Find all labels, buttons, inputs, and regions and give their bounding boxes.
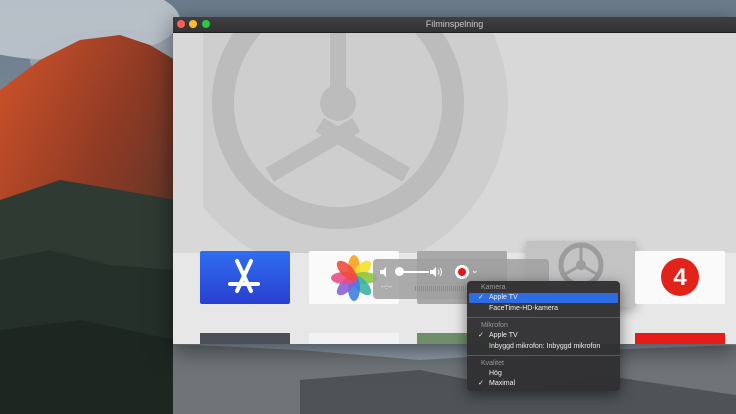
app-tile	[309, 333, 399, 344]
checkmark-icon: ✓	[478, 332, 484, 339]
svg-text:4: 4	[673, 264, 687, 291]
recording-options-menu: Kamera ✓ Apple TV FaceTime-HD-kamera Mik…	[467, 281, 620, 391]
app-tile	[635, 333, 725, 344]
options-chevron-icon[interactable]: ⌄	[471, 265, 479, 276]
menu-header-microphone: Mikrofon	[481, 322, 508, 329]
window-titlebar[interactable]: Filminspelning	[173, 17, 736, 33]
menu-item-quality-high[interactable]: Hög	[469, 369, 618, 379]
menu-item-label: FaceTime-HD-kamera	[489, 305, 558, 312]
menu-header-camera: Kamera	[481, 284, 506, 291]
volume-low-icon	[380, 267, 386, 277]
menu-item-label: Inbyggd mikrofon: Inbyggd mikrofon	[489, 343, 601, 350]
audio-level-meter	[415, 286, 473, 291]
menu-separator	[467, 317, 620, 318]
checkmark-icon: ✓	[478, 294, 484, 301]
menu-item-label: Apple TV	[489, 294, 518, 301]
menu-item-camera-apple-tv[interactable]: ✓ Apple TV	[469, 293, 618, 303]
menu-item-label: Maximal	[489, 380, 516, 387]
checkmark-icon: ✓	[478, 380, 484, 387]
recording-time: --:--	[381, 284, 393, 291]
menu-item-label: Hög	[489, 370, 502, 377]
tv4-logo-icon: 4	[661, 258, 699, 296]
menu-item-label: Apple TV	[489, 332, 518, 339]
menu-separator	[467, 355, 620, 356]
menu-item-quality-maximum[interactable]: ✓ Maximal	[469, 379, 618, 389]
tv4-tile: 4	[635, 251, 725, 304]
app-store-icon	[228, 259, 260, 293]
app-store-tile	[200, 251, 290, 304]
settings-gear-icon	[203, 33, 508, 253]
volume-high-icon	[430, 267, 442, 277]
record-button[interactable]	[455, 265, 469, 279]
window-title: Filminspelning	[425, 19, 484, 29]
app-tile	[200, 333, 290, 344]
menu-item-camera-facetime[interactable]: FaceTime-HD-kamera	[469, 304, 618, 314]
menu-item-mic-apple-tv[interactable]: ✓ Apple TV	[469, 331, 618, 341]
menu-header-quality: Kvalitet	[481, 360, 504, 367]
volume-slider-knob[interactable]	[395, 267, 404, 276]
menu-item-mic-builtin[interactable]: Inbyggd mikrofon: Inbyggd mikrofon	[469, 342, 618, 352]
